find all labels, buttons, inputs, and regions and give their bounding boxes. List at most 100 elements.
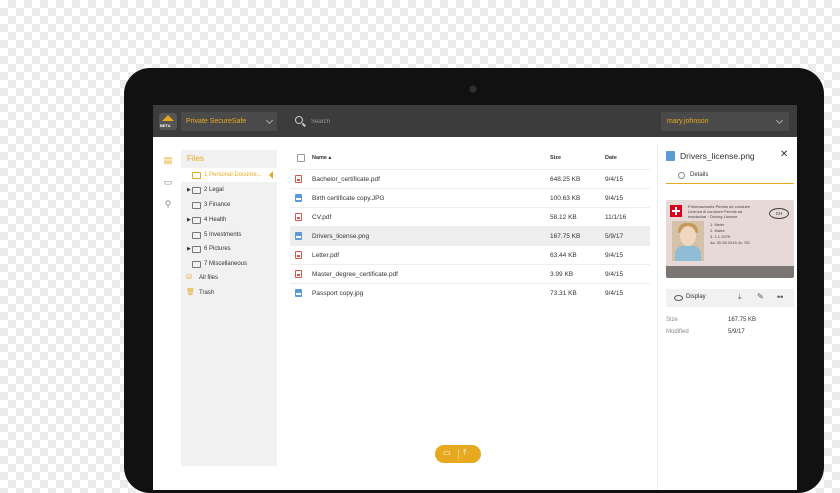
- preview-actions: Display ⤓ ✎ ••: [666, 289, 794, 307]
- folder-icon: [192, 232, 201, 239]
- new-folder-icon[interactable]: ▭: [443, 448, 451, 457]
- app-screen: BETA Private SecureSafe mary.johnson ▤ ▭…: [153, 105, 797, 490]
- folder-icon: [192, 172, 201, 179]
- date-column-header[interactable]: Date: [605, 155, 617, 161]
- license-preview[interactable]: Führerausweis·Permis de conduire Licenza…: [666, 200, 794, 278]
- eye-icon: [674, 295, 683, 301]
- folder-label: 2 Legal: [204, 187, 224, 193]
- download-icon[interactable]: ⤓: [738, 292, 742, 302]
- folder-label: 3 Finance: [204, 202, 231, 208]
- file-size: 167.75 KB: [550, 233, 581, 240]
- pdf-file-icon: [295, 213, 302, 221]
- table-row[interactable]: Birth certificate copy.JPG 100.63 KB 9/4…: [290, 188, 650, 207]
- app-logo: BETA: [159, 113, 177, 130]
- file-date: 9/4/15: [605, 252, 624, 259]
- inbox-icon[interactable]: ▭: [163, 177, 173, 187]
- file-name: Birth certificate copy.JPG: [312, 195, 385, 202]
- file-size: 648.25 KB: [550, 176, 581, 183]
- logo-text: BETA: [160, 123, 171, 128]
- modified-value: 5/9/17: [728, 329, 745, 335]
- pdf-file-icon: [295, 270, 302, 278]
- list-header: Name ▴ Size Date: [290, 150, 650, 166]
- file-date: 11/1/16: [605, 214, 627, 221]
- folder-label: 7 Miscellaneous: [204, 261, 248, 267]
- file-name: Master_degree_certificate.pdf: [312, 271, 398, 278]
- modified-label: Modified: [666, 329, 689, 335]
- camera: [470, 86, 476, 92]
- expand-arrow-icon[interactable]: ▶: [187, 242, 191, 256]
- folder-label: 4 Health: [204, 217, 227, 223]
- search-bar[interactable]: [289, 112, 663, 131]
- folder-pictures[interactable]: ▶ 6 Pictures: [181, 242, 277, 256]
- search-input[interactable]: [309, 114, 613, 130]
- expand-arrow-icon[interactable]: ▶: [187, 213, 191, 227]
- license-header: Führerausweis·Permis de conduire Licenza…: [688, 204, 751, 219]
- trash-label: Trash: [199, 290, 215, 296]
- active-indicator: [269, 171, 273, 179]
- file-date: 9/4/15: [605, 290, 624, 297]
- folder-label: 6 Pictures: [204, 246, 231, 252]
- files-icon[interactable]: ▤: [163, 155, 173, 165]
- table-row[interactable]: Passport copy.jpg 73.31 KB 9/4/15: [290, 283, 650, 302]
- table-row[interactable]: CV.pdf 58.12 KB 11/1/16: [290, 207, 650, 226]
- folder-miscellaneous[interactable]: 7 Miscellaneous: [181, 257, 277, 271]
- folder-legal[interactable]: ▶ 2 Legal: [181, 183, 277, 197]
- table-row-selected[interactable]: Drivers_license.png 167.75 KB 5/9/17: [290, 226, 650, 245]
- file-date: 9/4/15: [605, 195, 624, 202]
- swiss-flag-icon: [670, 205, 682, 217]
- size-label: Size: [666, 317, 678, 323]
- display-button[interactable]: Display: [686, 294, 706, 300]
- all-files-item[interactable]: ⛁ All files: [181, 271, 277, 285]
- table-row[interactable]: Bachelor_certificate.pdf 648.25 KB 9/4/1…: [290, 169, 650, 188]
- folder-health[interactable]: ▶ 4 Health: [181, 213, 277, 227]
- file-size: 100.63 KB: [550, 195, 581, 202]
- tab-details[interactable]: Details: [666, 169, 794, 184]
- search-icon: [295, 116, 303, 124]
- file-date: 5/9/17: [605, 233, 624, 240]
- file-size: 63.44 KB: [550, 252, 577, 259]
- chevron-down-icon: [775, 116, 784, 125]
- folder-tree: Files 1 Personal Docume... ▶ 2 Legal 3 F…: [181, 150, 277, 466]
- top-bar: BETA Private SecureSafe mary.johnson: [153, 105, 797, 137]
- more-icon[interactable]: ••: [777, 292, 783, 302]
- edit-icon[interactable]: ✎: [757, 292, 764, 301]
- select-all-checkbox[interactable]: [297, 154, 305, 162]
- user-selector[interactable]: mary.johnson: [661, 112, 789, 131]
- country-badge: CH: [769, 208, 789, 219]
- file-name: Drivers_license.png: [312, 233, 370, 240]
- file-name: Bachelor_certificate.pdf: [312, 176, 380, 183]
- image-file-icon: [666, 151, 675, 161]
- folder-label: 1 Personal Docume...: [204, 172, 262, 178]
- image-file-icon: [295, 232, 302, 240]
- folder-personal-documents[interactable]: 1 Personal Docume...: [181, 168, 277, 182]
- floating-action-bar: ▭ ⤒: [435, 445, 481, 463]
- table-row[interactable]: Master_degree_certificate.pdf 3.99 KB 9/…: [290, 264, 650, 283]
- pdf-file-icon: [295, 251, 302, 259]
- safe-selector[interactable]: Private SecureSafe: [181, 112, 277, 131]
- folder-label: 5 Investments: [204, 232, 242, 238]
- trash-item[interactable]: 🗑 Trash: [181, 286, 277, 300]
- file-date: 9/4/15: [605, 271, 624, 278]
- user-name: mary.johnson: [667, 118, 709, 125]
- expand-arrow-icon[interactable]: ▶: [187, 183, 191, 197]
- chevron-down-icon: [265, 116, 274, 125]
- keys-icon[interactable]: ⚲: [163, 199, 173, 209]
- files-title: Files: [187, 154, 204, 163]
- tab-details-label: Details: [690, 172, 709, 178]
- info-icon: [678, 172, 685, 179]
- name-column-header[interactable]: Name ▴: [312, 155, 331, 161]
- close-icon[interactable]: ✕: [780, 149, 788, 160]
- stack-icon: ⛁: [186, 274, 192, 281]
- pdf-file-icon: [295, 175, 302, 183]
- file-name: CV.pdf: [312, 214, 332, 221]
- upload-icon[interactable]: ⤒: [463, 448, 467, 458]
- image-file-icon: [295, 289, 302, 297]
- folder-icon: [192, 187, 201, 194]
- table-row[interactable]: Letter.pdf 63.44 KB 9/4/15: [290, 245, 650, 264]
- file-date: 9/4/15: [605, 176, 624, 183]
- folder-investments[interactable]: 5 Investments: [181, 228, 277, 242]
- folder-finance[interactable]: 3 Finance: [181, 198, 277, 212]
- size-column-header[interactable]: Size: [550, 155, 561, 161]
- side-rail: ▤ ▭ ⚲: [153, 137, 181, 490]
- safe-selector-label: Private SecureSafe: [186, 118, 247, 125]
